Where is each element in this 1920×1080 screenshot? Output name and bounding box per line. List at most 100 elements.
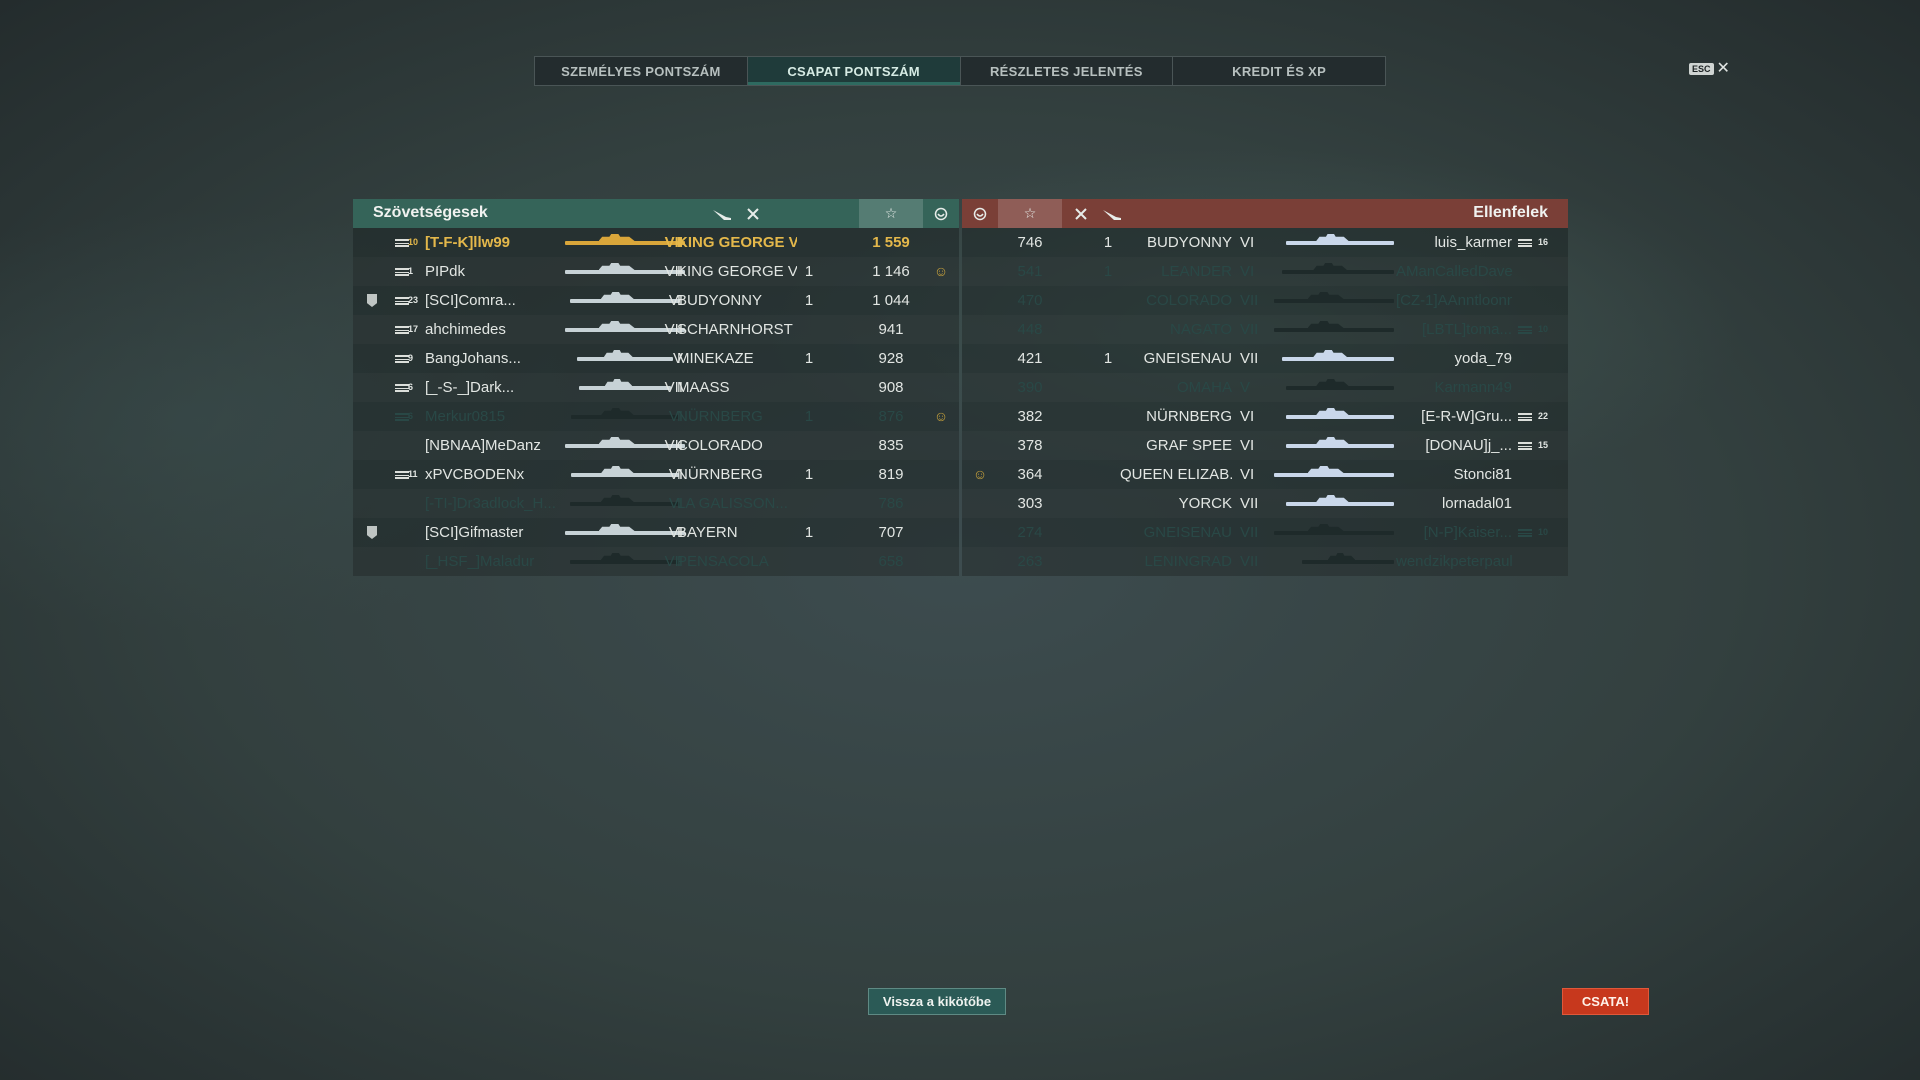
ship-name: MAASS: [677, 379, 730, 396]
star-icon: ☆: [998, 199, 1062, 228]
tab-team-score[interactable]: CSAPAT PONTSZÁM: [747, 57, 961, 85]
crossed-swords-icon: [739, 199, 767, 228]
table-row[interactable]: [SCI]Gifmaster VI BAYERN 1 707: [353, 518, 959, 547]
player-name: [_HSF_]Maladur: [425, 553, 535, 570]
tab-credits-xp[interactable]: KREDIT ÉS XP: [1173, 57, 1385, 85]
enemies-panel: ☆ Ellenfelek 746 1 BUDYONNY VI luis_karmer 16…: [962, 199, 1568, 576]
tab-detailed-report[interactable]: RÉSZLETES JELENTÉS: [961, 57, 1174, 85]
ship-name: COLORADO: [1146, 292, 1232, 309]
ship-tier: VI: [1240, 408, 1255, 425]
kills-count: [1098, 402, 1118, 431]
ship-name: NÜRNBERG: [677, 408, 763, 425]
table-row[interactable]: 23 [SCI]Comra... VI BUDYONNY 1 1 044: [353, 286, 959, 315]
base-xp: 835: [878, 437, 904, 454]
ship-tier: VII: [1240, 495, 1259, 512]
kills-count: [797, 373, 821, 402]
player-name: [-TI-]Dr3adlock_H...: [425, 495, 556, 512]
clan-badge-icon: [367, 294, 377, 307]
player-name: xPVCBODENx: [425, 466, 525, 483]
ship-tier: VII: [1240, 553, 1259, 570]
table-row[interactable]: 263 LENINGRAD VII wendzikpeterpaul: [962, 547, 1568, 576]
rank-number: 10: [408, 237, 419, 247]
allies-panel: Szövetségesek ☆ 10 [T-F-K]llw99 VII KING GE…: [353, 199, 959, 576]
plane-icon: [705, 199, 739, 228]
rank-icon: [395, 268, 409, 277]
kills-count: [1098, 373, 1118, 402]
rank-badge: [1518, 228, 1536, 257]
base-xp: 448: [1017, 321, 1043, 338]
ship-name: OMAHA: [1176, 379, 1232, 396]
table-row[interactable]: 17 ahchimedes VII SCHARNHORST 941: [353, 315, 959, 344]
enemies-header: ☆ Ellenfelek: [962, 199, 1568, 228]
ship-tier: VI: [1240, 234, 1255, 251]
rank-badge: [1518, 518, 1536, 547]
base-xp: 303: [1017, 495, 1043, 512]
rank-number: 16: [1538, 237, 1549, 247]
ship-silhouette-icon: [1274, 299, 1394, 303]
player-name: [NBNAA]MeDanz: [425, 437, 541, 454]
rank-number: 9: [408, 353, 414, 363]
table-row[interactable]: 1 PIPdk VII KING GEORGE V11 146 ☺: [353, 257, 959, 286]
tab-personal-score[interactable]: SZEMÉLYES PONTSZÁM: [535, 57, 748, 85]
ship-name: NÜRNBERG: [677, 466, 763, 483]
player-name: [DONAU]j_...: [1425, 437, 1512, 454]
rank-icon: [1518, 442, 1532, 451]
close-button[interactable]: ESC ✕: [1689, 60, 1730, 77]
ship-name: PENSACOLA: [677, 553, 769, 570]
table-row[interactable]: 378 GRAF SPEE VI [DONAU]j_... 15: [962, 431, 1568, 460]
table-row[interactable]: ☺ 364 QUEEN ELIZAB... VI Stonci81: [962, 460, 1568, 489]
base-xp: 364: [1017, 466, 1043, 483]
table-row[interactable]: 6 [_-S-_]Dark... VII MAASS 908: [353, 373, 959, 402]
back-to-port-button[interactable]: Vissza a kikötőbe: [868, 988, 1006, 1015]
table-row[interactable]: [NBNAA]MeDanz VII COLORADO 835: [353, 431, 959, 460]
rank-number: 10: [1538, 527, 1549, 537]
player-name: AManCalledDave: [1396, 263, 1512, 280]
enemies-title: Ellenfelek: [1473, 204, 1548, 221]
base-xp: 1 559: [872, 234, 910, 251]
kills-count: 1: [804, 263, 814, 280]
ship-name: MINEKAZE: [677, 350, 754, 367]
table-row[interactable]: 541 1 LEANDER VI AManCalledDave: [962, 257, 1568, 286]
esc-key-icon: ESC: [1689, 63, 1714, 75]
ship-tier: VI: [1240, 263, 1255, 280]
ship-name: GRAF SPEE: [1146, 437, 1232, 454]
ship-name: NAGATO: [1170, 321, 1232, 338]
table-row[interactable]: 274 GNEISENAU VII [N-P]Kaiser... 10: [962, 518, 1568, 547]
close-icon: ✕: [1716, 60, 1730, 77]
table-row[interactable]: [_HSF_]Maladur VII PENSACOLA 658: [353, 547, 959, 576]
ship-name: SCHARNHORST: [677, 321, 793, 338]
table-row[interactable]: 470 COLORADO VII [CZ-1]AAnntloonn: [962, 286, 1568, 315]
rank-badge: [1518, 431, 1536, 460]
player-name: lornadal01: [1441, 495, 1512, 512]
table-row[interactable]: 746 1 BUDYONNY VI luis_karmer 16: [962, 228, 1568, 257]
rank-icon: [395, 297, 409, 306]
battle-button[interactable]: CSATA!: [1562, 988, 1649, 1015]
table-row[interactable]: 303 YORCK VII lornadal01: [962, 489, 1568, 518]
base-xp: 876: [878, 408, 904, 425]
table-row[interactable]: 382 NÜRNBERG VI [E-R-W]Gru... 22: [962, 402, 1568, 431]
rank-icon: [395, 326, 409, 335]
kills-count: [1098, 460, 1118, 489]
kills-count: [1098, 547, 1118, 576]
table-row[interactable]: [-TI-]Dr3adlock_H... VI LA GALISSON... 786: [353, 489, 959, 518]
kills-count: [797, 489, 821, 518]
ship-silhouette-icon: [1274, 531, 1394, 535]
base-xp: 274: [1017, 524, 1043, 541]
rank-number: 23: [408, 295, 419, 305]
table-row[interactable]: 448 NAGATO VII [LBTL]toma... 10: [962, 315, 1568, 344]
player-name: wendzikpeterpaul: [1396, 553, 1512, 570]
table-row[interactable]: 390 OMAHA V Karmann49: [962, 373, 1568, 402]
player-name: Merkur0815: [425, 408, 506, 425]
table-row[interactable]: 421 1 GNEISENAU VII yoda_79: [962, 344, 1568, 373]
table-row[interactable]: 10 [T-F-K]llw99 VII KING GEORGE V1 559: [353, 228, 959, 257]
kills-count: 1: [804, 466, 814, 483]
table-row[interactable]: 6 Merkur0815 VI NÜRNBERG 1 876 ☺: [353, 402, 959, 431]
base-xp: 707: [878, 524, 904, 541]
ship-name: QUEEN ELIZAB...: [1120, 466, 1232, 483]
table-row[interactable]: 9 BangJohans... V MINEKAZE 1 928: [353, 344, 959, 373]
detected-icon: ☺: [933, 263, 949, 279]
table-row[interactable]: 11 xPVCBODENx VI NÜRNBERG 1 819: [353, 460, 959, 489]
base-xp: 786: [878, 495, 904, 512]
kills-count: 1: [804, 524, 814, 541]
player-name: [SCI]Comra...: [425, 292, 516, 309]
